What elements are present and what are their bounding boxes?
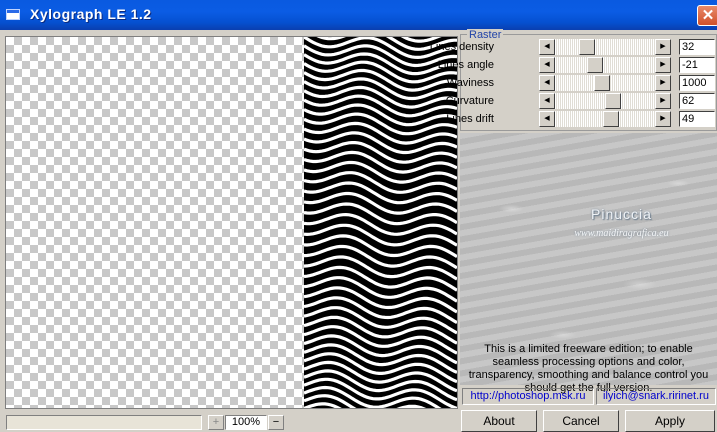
arrow-left-icon[interactable]: ◀ bbox=[539, 93, 555, 109]
watermark-site: www.maidiragrafica.eu bbox=[574, 228, 669, 239]
status-field bbox=[6, 415, 202, 430]
arrow-left-icon[interactable]: ◀ bbox=[539, 111, 555, 127]
param-row-curvature: Curvature ◀ ▶ 62 bbox=[446, 93, 717, 109]
arrow-right-icon[interactable]: ▶ bbox=[655, 93, 671, 109]
transparency-checkerboard bbox=[6, 37, 304, 408]
param-label: Curvature bbox=[445, 95, 494, 107]
param-label: Waviness bbox=[446, 77, 494, 89]
window-icon bbox=[6, 9, 20, 20]
arrow-left-icon[interactable]: ◀ bbox=[539, 75, 555, 91]
slider-thumb[interactable] bbox=[593, 75, 610, 91]
lines-drift-slider[interactable]: ◀ ▶ bbox=[539, 111, 671, 127]
curvature-slider[interactable]: ◀ ▶ bbox=[539, 93, 671, 109]
slider-thumb[interactable] bbox=[578, 39, 595, 55]
website-link[interactable]: http://photoshop.msk.ru bbox=[462, 388, 594, 405]
arrow-left-icon[interactable]: ◀ bbox=[539, 39, 555, 55]
wave-line bbox=[303, 234, 457, 258]
zoom-out-button[interactable]: − bbox=[268, 415, 284, 430]
window-title: Xylograph LE 1.2 bbox=[30, 6, 152, 22]
about-button[interactable]: About bbox=[461, 410, 537, 432]
waviness-slider[interactable]: ◀ ▶ bbox=[539, 75, 671, 91]
arrow-left-icon[interactable]: ◀ bbox=[539, 57, 555, 73]
slider-thumb[interactable] bbox=[605, 93, 622, 109]
preview-area[interactable] bbox=[5, 36, 458, 409]
param-label: Lines density bbox=[429, 41, 494, 53]
arrow-right-icon[interactable]: ▶ bbox=[655, 39, 671, 55]
zoom-in-button[interactable]: + bbox=[208, 415, 224, 430]
param-label: Lines drift bbox=[446, 113, 494, 125]
slider-thumb[interactable] bbox=[602, 111, 619, 127]
param-row-waviness: Waviness ◀ ▶ 1000 bbox=[447, 75, 717, 91]
wave-line bbox=[303, 255, 457, 281]
wave-line bbox=[303, 244, 457, 270]
title-bar: Xylograph LE 1.2 ✕ bbox=[0, 0, 717, 30]
waviness-input[interactable]: 1000 bbox=[679, 75, 715, 91]
wave-line bbox=[303, 223, 457, 247]
arrow-right-icon[interactable]: ▶ bbox=[655, 57, 671, 73]
wave-lines-graphic bbox=[303, 37, 457, 408]
arrow-right-icon[interactable]: ▶ bbox=[655, 75, 671, 91]
lines-density-slider[interactable]: ◀ ▶ bbox=[539, 39, 671, 55]
xylograph-wave-preview bbox=[303, 37, 457, 408]
lines-angle-slider[interactable]: ◀ ▶ bbox=[539, 57, 671, 73]
lines-density-input[interactable]: 32 bbox=[679, 39, 715, 55]
apply-button[interactable]: Apply bbox=[625, 410, 715, 432]
lines-angle-input[interactable]: -21 bbox=[679, 57, 715, 73]
cancel-button[interactable]: Cancel bbox=[543, 410, 619, 432]
param-label: Lines angle bbox=[437, 59, 494, 71]
param-row-lines-drift: Lines drift ◀ ▶ 49 bbox=[446, 111, 717, 127]
lines-drift-input[interactable]: 49 bbox=[679, 111, 715, 127]
arrow-right-icon[interactable]: ▶ bbox=[655, 111, 671, 127]
param-row-lines-angle: Lines angle ◀ ▶ -21 bbox=[438, 57, 717, 73]
slider-thumb[interactable] bbox=[586, 57, 603, 73]
curvature-input[interactable]: 62 bbox=[679, 93, 715, 109]
email-link[interactable]: ilyich@snark.ririnet.ru bbox=[596, 388, 716, 405]
zoom-level: 100% bbox=[225, 415, 267, 430]
param-row-lines-density: Lines density ◀ ▶ 32 bbox=[430, 39, 717, 55]
close-button[interactable]: ✕ bbox=[697, 5, 717, 26]
watermark-name: Pinuccia bbox=[591, 206, 652, 222]
